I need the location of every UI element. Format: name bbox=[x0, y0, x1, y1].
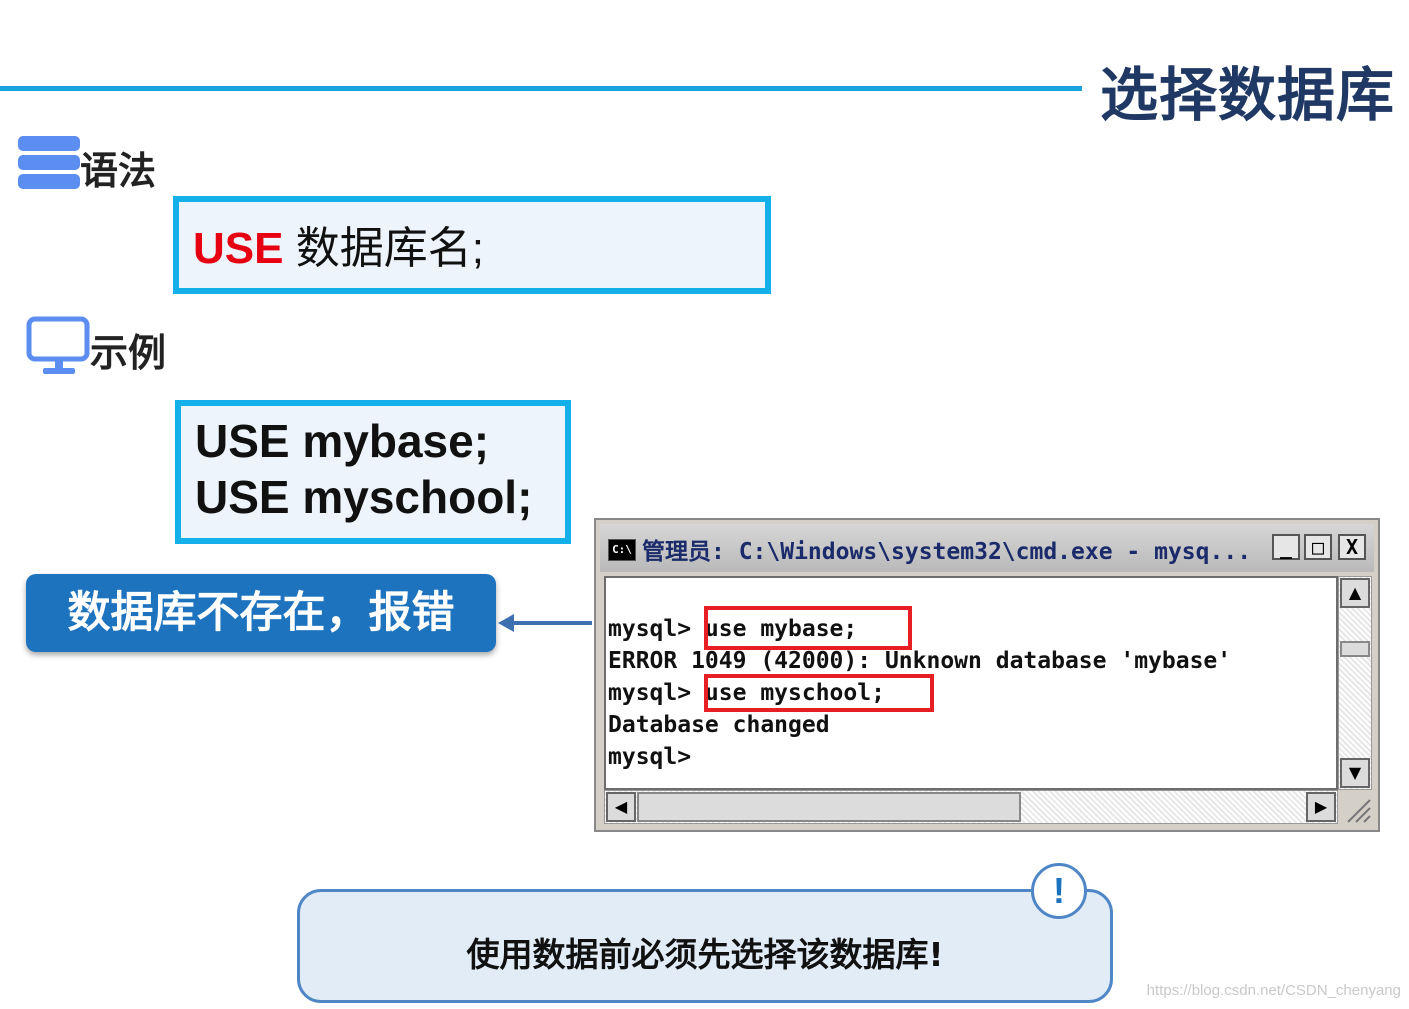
terminal-line: ERROR 1049 (42000): Unknown database 'my… bbox=[608, 648, 1232, 674]
syntax-keyword: USE bbox=[193, 224, 284, 273]
maximize-button[interactable]: □ bbox=[1304, 534, 1332, 560]
page-title: 选择数据库 bbox=[1099, 61, 1395, 129]
monitor-icon bbox=[26, 316, 92, 376]
cmd-window-title: 管理员: C:\Windows\system32\cmd.exe - mysq.… bbox=[642, 539, 1252, 565]
horizontal-scrollbar[interactable]: ◀ ▶ bbox=[604, 790, 1338, 824]
error-callout: 数据库不存在，报错 bbox=[26, 574, 496, 652]
syntax-heading: 语法 bbox=[80, 149, 157, 193]
example-line: USE mybase; bbox=[195, 415, 490, 467]
cmd-titlebar[interactable]: C:\ 管理员: C:\Windows\system32\cmd.exe - m… bbox=[600, 524, 1374, 572]
syntax-text: USE 数据库名; bbox=[193, 212, 484, 276]
arrow-left-icon bbox=[498, 614, 514, 632]
scroll-right-icon[interactable]: ▶ bbox=[1306, 792, 1336, 822]
scroll-left-icon[interactable]: ◀ bbox=[606, 792, 636, 822]
example-line: USE myschool; bbox=[195, 471, 533, 523]
horizontal-scroll-thumb[interactable] bbox=[637, 792, 1021, 822]
scroll-up-icon[interactable]: ▲ bbox=[1340, 578, 1370, 608]
watermark: https://blog.csdn.net/CSDN_chenyang bbox=[1146, 982, 1401, 999]
vertical-scrollbar[interactable]: ▲ ▼ bbox=[1338, 576, 1372, 790]
cmd-app-icon: C:\ bbox=[608, 539, 636, 561]
vertical-scroll-thumb[interactable] bbox=[1340, 641, 1370, 657]
header-divider bbox=[0, 86, 1082, 91]
server-stack-icon bbox=[18, 134, 80, 192]
minimize-button[interactable]: _ bbox=[1272, 534, 1300, 560]
terminal-line: mysql> bbox=[608, 744, 692, 770]
syntax-rest: 数据库名; bbox=[283, 224, 484, 273]
cmd-window: C:\ 管理员: C:\Windows\system32\cmd.exe - m… bbox=[594, 518, 1380, 832]
highlight-box bbox=[704, 674, 934, 712]
close-button[interactable]: X bbox=[1338, 534, 1366, 560]
terminal-line: Database changed bbox=[608, 712, 830, 738]
example-box: USE mybase; USE myschool; bbox=[175, 400, 571, 544]
scroll-down-icon[interactable]: ▼ bbox=[1340, 758, 1370, 788]
example-heading: 示例 bbox=[90, 331, 167, 375]
resize-grip-icon[interactable] bbox=[1338, 790, 1372, 824]
exclamation-icon: ! bbox=[1031, 863, 1087, 919]
cmd-output[interactable]: mysql> use mybase; ERROR 1049 (42000): U… bbox=[604, 576, 1338, 790]
note-text: 使用数据前必须先选择该数据库! bbox=[466, 935, 944, 974]
highlight-box bbox=[704, 606, 912, 650]
note-box: 使用数据前必须先选择该数据库! bbox=[297, 889, 1113, 1003]
syntax-box: USE 数据库名; bbox=[173, 196, 771, 294]
callout-arrow-line bbox=[512, 621, 592, 625]
